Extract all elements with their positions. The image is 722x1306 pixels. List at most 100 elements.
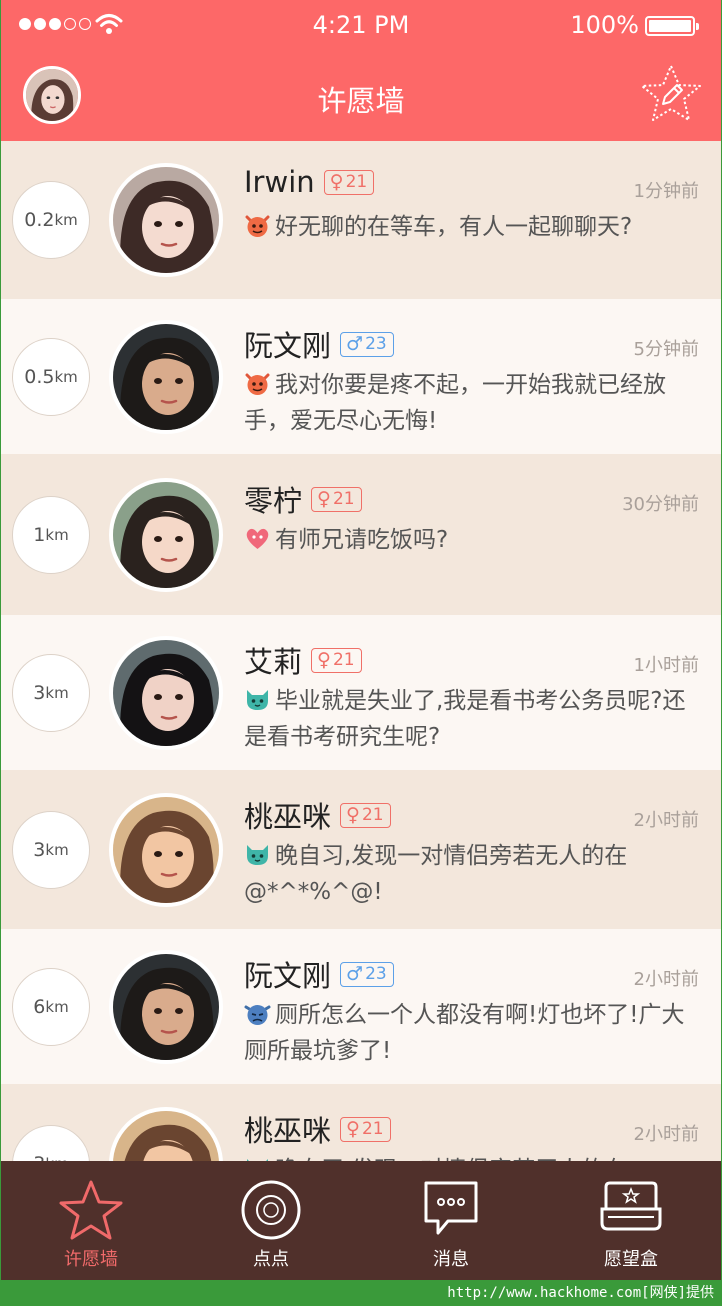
target-icon: [241, 1180, 301, 1240]
user-name-text: Irwin: [244, 165, 315, 199]
list-item[interactable]: 6 km 阮文刚 ♂ 23 2小时前厕所怎么一个人都没有啊!灯也坏了!广大厕所最坑爹了!: [1, 929, 721, 1084]
distance-value: 0.2: [24, 209, 55, 231]
wish-message-text: 我对你要是疼不起，一开始我就已经放手，爱无尽心无悔!: [244, 372, 666, 434]
female-icon: ♀: [317, 487, 331, 510]
user-photo: [113, 481, 219, 588]
post-time: 2小时前: [633, 1124, 699, 1145]
tab-dots[interactable]: 点点: [181, 1161, 361, 1280]
female-icon: ♀: [346, 803, 360, 826]
wish-message: 晚自习,发现一对情侣旁若无人的在@*^*%^@!: [244, 838, 704, 910]
distance-value: 1: [33, 523, 46, 546]
write-wish-button[interactable]: [639, 62, 703, 126]
wish-message: 毕业就是失业了,我是看书考公务员呢?还是看书考研究生呢?: [244, 683, 704, 755]
avatar[interactable]: [109, 949, 223, 1064]
post-time: 1分钟前: [633, 181, 699, 202]
gender-age-badge: ♀ 21: [340, 1116, 391, 1142]
watermark-caption: http://www.hackhome.com[网侠]提供: [447, 1285, 714, 1301]
user-name[interactable]: 阮文刚 ♂ 23: [244, 323, 394, 365]
distance-badge: 0.5 km: [12, 337, 90, 416]
list-item[interactable]: 0.5 km 阮文刚 ♂ 23 5分钟前我对你要是疼不起，一开始我就已经放手，爱无尽心无悔…: [1, 299, 721, 454]
avatar[interactable]: [109, 792, 223, 907]
male-icon: ♂: [346, 332, 364, 355]
wish-message-text: 毕业就是失业了,我是看书考公务员呢?还是看书考研究生呢?: [244, 688, 686, 750]
wish-message-text: 厕所怎么一个人都没有啊!灯也坏了!广大厕所最坑爹了!: [244, 1002, 685, 1064]
user-name[interactable]: 桃巫咪 ♀ 21: [244, 1108, 391, 1150]
age-value: 21: [332, 649, 355, 670]
user-name-text: 艾莉: [244, 645, 303, 679]
page-title: 许愿墙: [317, 84, 405, 118]
user-name[interactable]: 零柠 ♀ 21: [244, 478, 362, 520]
distance-value: 3: [33, 838, 46, 861]
user-name[interactable]: 阮文刚 ♂ 23: [244, 953, 394, 995]
tab-bar: 许愿墙 点点 消息 愿望盒: [1, 1161, 721, 1280]
wish-message: 厕所怎么一个人都没有啊!灯也坏了!广大厕所最坑爹了!: [244, 997, 704, 1069]
tab-label: 消息: [433, 1249, 469, 1270]
star-icon: [59, 1180, 123, 1240]
distance-badge: 3km: [12, 653, 90, 732]
distance-value: 6: [33, 995, 46, 1018]
tab-wish-box[interactable]: 愿望盒: [541, 1161, 721, 1280]
post-time: 30分钟前: [622, 494, 699, 515]
list-item[interactable]: 0.2 km Irwin ♀ 21 1分钟前 好无聊的在等车，有人一起聊聊天?: [1, 141, 721, 299]
distance-unit: km: [54, 211, 78, 229]
distance-unit: km: [45, 683, 69, 702]
post-time: 2小时前: [633, 810, 699, 831]
user-name[interactable]: 艾莉 ♀ 21: [244, 639, 362, 681]
list-item[interactable]: 1 km 零柠 ♀ 21 30分钟前有师兄请吃饭吗?: [1, 454, 721, 615]
post-time: 5分钟前: [633, 339, 699, 360]
wish-message-text: 好无聊的在等车，有人一起聊聊天?: [275, 214, 633, 240]
age-value: 23: [365, 963, 387, 984]
user-name[interactable]: Irwin ♀ 21: [244, 165, 375, 199]
tab-wish-wall[interactable]: 许愿墙: [1, 1161, 181, 1280]
user-photo: [113, 796, 219, 903]
sad-emoji-icon: [244, 1005, 271, 1025]
header: 4:21 PM 100% 许愿墙: [1, 0, 721, 141]
avatar[interactable]: [109, 163, 223, 277]
distance-unit: km: [45, 840, 69, 859]
wish-message-text: 有师兄请吃饭吗?: [275, 527, 449, 553]
cat-emoji-icon: [247, 845, 268, 865]
user-photo: [113, 639, 219, 746]
gender-age-badge: ♀ 21: [340, 802, 391, 828]
age-value: 21: [345, 171, 368, 192]
age-value: 21: [361, 1118, 384, 1139]
tab-label: 点点: [253, 1249, 289, 1270]
distance-badge: 6 km: [12, 967, 90, 1046]
tab-label: 许愿墙: [64, 1249, 118, 1270]
wish-message: 好无聊的在等车，有人一起聊聊天?: [244, 209, 704, 245]
avatar[interactable]: [109, 635, 223, 750]
post-time: 2小时前: [633, 969, 699, 990]
avatar[interactable]: [109, 477, 223, 592]
status-bar: 4:21 PM 100%: [1, 0, 721, 52]
male-icon: ♂: [346, 962, 364, 985]
tab-label: 愿望盒: [604, 1249, 658, 1270]
wish-list[interactable]: 0.2 km Irwin ♀ 21 1分钟前 好无聊的在等车，有人一起聊聊天? 0.5 km 阮文…: [1, 141, 721, 1244]
wish-message: 有师兄请吃饭吗?: [244, 522, 704, 558]
gender-age-badge: ♂ 23: [340, 331, 394, 357]
user-name-text: 阮文刚: [244, 959, 332, 993]
chat-bubble-icon: [424, 1181, 478, 1235]
wish-message: 我对你要是疼不起，一开始我就已经放手，爱无尽心无悔!: [244, 367, 704, 439]
age-value: 21: [361, 804, 384, 825]
female-icon: ♀: [317, 648, 331, 671]
app-screen: 4:21 PM 100% 许愿墙 0.2 km Irwin ♀ 21 1分钟前 好无聊: [1, 0, 721, 1280]
female-icon: ♀: [346, 1117, 360, 1140]
heart-emoji-icon: [246, 528, 269, 549]
wish-message-text: 晚自习,发现一对情侣旁若无人的在@*^*%^@!: [244, 843, 628, 905]
devil-emoji-icon: [245, 373, 270, 395]
gender-age-badge: ♀ 21: [311, 486, 362, 512]
user-photo: [113, 953, 219, 1060]
distance-value: 3: [33, 681, 46, 704]
user-name[interactable]: 桃巫咪 ♀ 21: [244, 794, 391, 836]
distance-unit: km: [45, 525, 69, 544]
tab-messages[interactable]: 消息: [361, 1161, 541, 1280]
distance-unit: km: [54, 367, 78, 386]
devil-emoji-icon: [245, 215, 270, 237]
distance-badge: 1 km: [12, 495, 90, 574]
gender-age-badge: ♂ 23: [340, 961, 394, 987]
user-name-text: 阮文刚: [244, 329, 332, 363]
list-item[interactable]: 3 km 艾莉 ♀ 21 1小时前 毕业就是失业了,我是看书考公务员呢?还是看书考研究生呢?: [1, 615, 721, 770]
gender-age-badge: ♀ 21: [311, 647, 362, 673]
avatar[interactable]: [109, 319, 223, 434]
list-item[interactable]: 3km 桃巫咪 ♀21 2小时前晚自习,发现一对情侣旁若无人的在@*^*%^@!: [1, 770, 721, 929]
